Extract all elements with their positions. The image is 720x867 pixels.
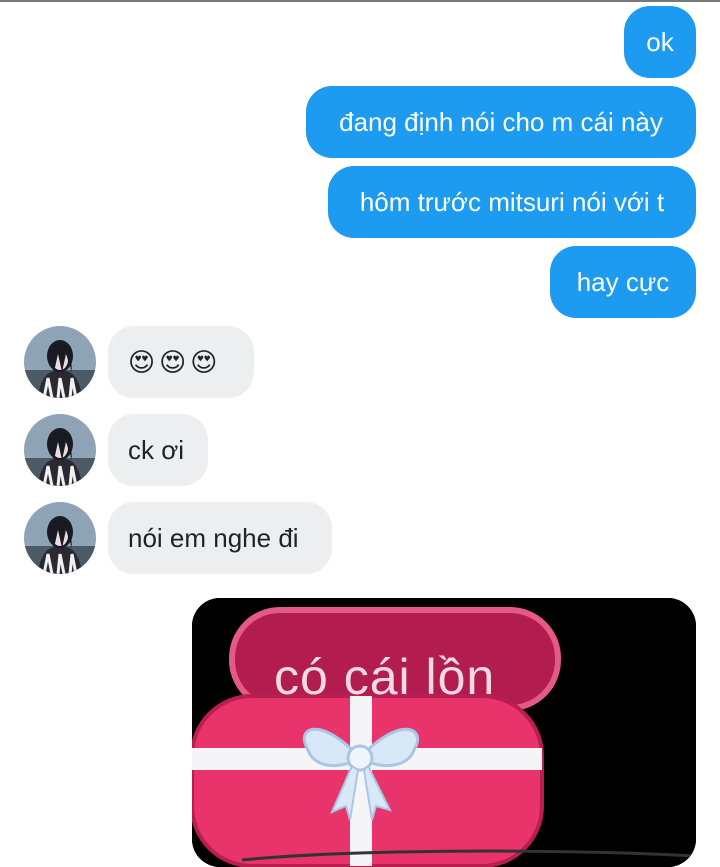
sticker-image[interactable]	[192, 598, 696, 867]
avatar[interactable]	[24, 326, 96, 398]
message-text: hôm trước mitsuri nói với t	[359, 186, 665, 217]
heart-eyes-emoji: 😍	[159, 346, 187, 377]
heart-eyes-emoji: 😍	[128, 346, 156, 377]
sticker-caption: có cái lồn	[274, 649, 496, 705]
message-text: ck ơi	[128, 434, 185, 465]
heart-eyes-emoji: 😍	[190, 346, 218, 377]
message-outgoing[interactable]: đang định nói cho m cái này	[306, 86, 696, 158]
message-incoming[interactable]: nói em nghe đi	[108, 502, 332, 574]
message-outgoing[interactable]: ok	[624, 6, 696, 78]
message-text: nói em nghe đi	[128, 522, 299, 553]
top-divider	[0, 0, 720, 2]
message-outgoing[interactable]: hôm trước mitsuri nói với t	[328, 166, 696, 238]
avatar[interactable]	[24, 502, 96, 574]
message-incoming-emoji[interactable]: 😍 😍 😍	[108, 326, 254, 398]
message-outgoing[interactable]: hay cực	[550, 246, 696, 318]
message-text: ok	[646, 26, 674, 57]
message-incoming[interactable]: ck ơi	[108, 414, 208, 486]
avatar[interactable]	[24, 414, 96, 486]
message-text: đang định nói cho m cái này	[339, 106, 663, 137]
message-text: hay cực	[576, 266, 670, 297]
